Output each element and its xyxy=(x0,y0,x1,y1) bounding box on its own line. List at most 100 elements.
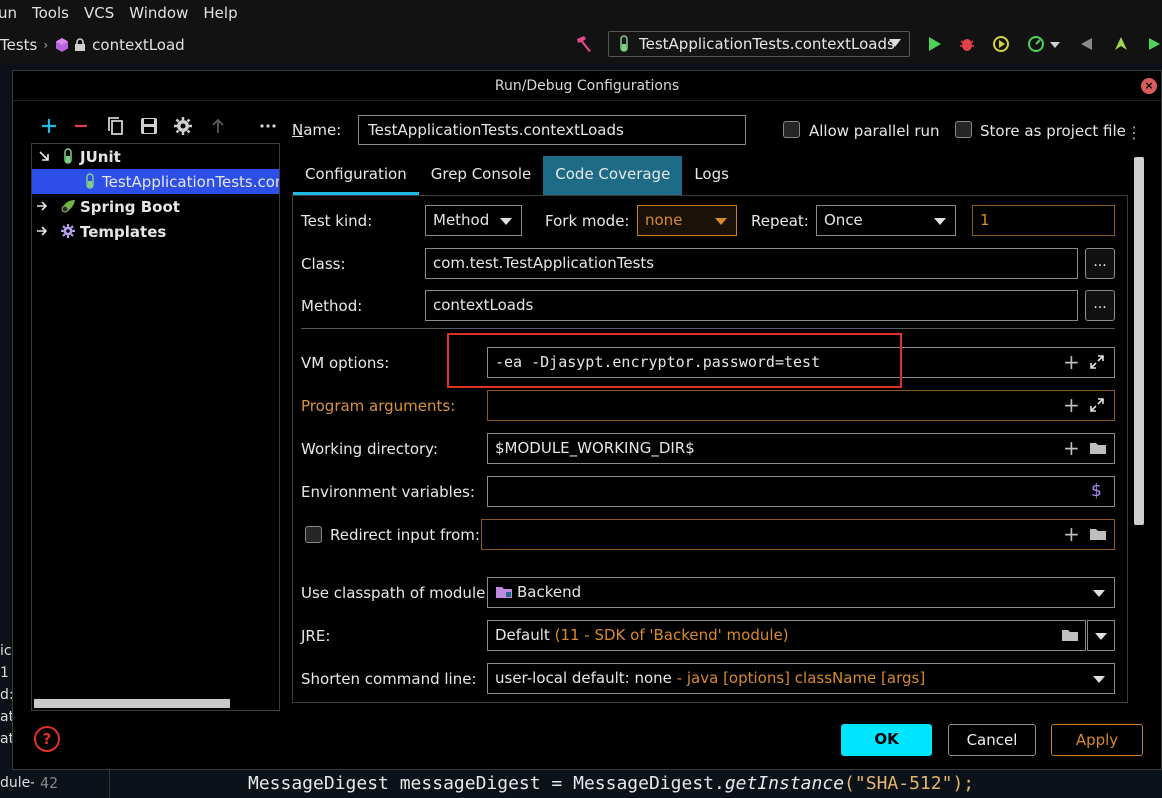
plus-icon[interactable]: + xyxy=(1063,395,1080,415)
folder-icon[interactable] xyxy=(1061,628,1079,642)
store-project-label[interactable]: Store as project file xyxy=(980,122,1126,140)
line-number: 42 xyxy=(34,768,110,798)
copy-icon[interactable] xyxy=(105,115,127,137)
class-browse-button[interactable]: ... xyxy=(1085,248,1115,279)
menu-window[interactable]: Window xyxy=(129,4,188,22)
method-browse-button[interactable]: ... xyxy=(1085,290,1115,321)
vm-options-label: VM options: xyxy=(301,354,390,372)
store-project-checkbox[interactable] xyxy=(955,121,972,138)
folder-icon[interactable] xyxy=(1089,441,1107,455)
class-label: Class: xyxy=(301,255,346,273)
tree-item-junit[interactable]: JUnit xyxy=(32,144,279,169)
tree-item-spring-boot[interactable]: Spring Boot xyxy=(32,194,279,219)
remove-icon[interactable] xyxy=(70,115,92,137)
vcs-icon[interactable] xyxy=(1146,34,1162,54)
chevron-down-icon xyxy=(715,218,727,225)
tree-label-templates: Templates xyxy=(80,222,167,241)
name-label: Name: xyxy=(292,121,342,139)
chevron-down-icon[interactable] xyxy=(1049,40,1061,50)
method-cube-icon xyxy=(56,38,69,52)
horizontal-scrollbar[interactable] xyxy=(34,699,230,708)
debug-bug-icon[interactable] xyxy=(957,34,977,54)
dollar-icon[interactable]: $ xyxy=(1091,481,1102,501)
folder-icon[interactable] xyxy=(1089,527,1107,541)
coverage-icon[interactable] xyxy=(991,34,1011,54)
chevron-right-icon: › xyxy=(43,38,49,52)
cancel-button[interactable]: Cancel xyxy=(948,724,1036,756)
test-tube-icon xyxy=(620,35,628,52)
breadcrumb-contextload[interactable]: contextLoad xyxy=(92,36,185,54)
vertical-scrollbar[interactable] xyxy=(1134,157,1144,525)
classpath-module-value: Backend xyxy=(517,583,582,601)
module-folder-icon xyxy=(496,587,512,598)
expanded-arrow-icon[interactable] xyxy=(38,150,50,162)
test-kind-select[interactable]: Method xyxy=(425,205,522,236)
repeat-value: Once xyxy=(824,211,863,229)
program-arguments-label: Program arguments: xyxy=(301,397,456,415)
deploy-icon[interactable] xyxy=(1111,34,1131,54)
lock-icon xyxy=(75,38,86,51)
fork-mode-value: none xyxy=(645,211,683,229)
class-input[interactable]: com.test.TestApplicationTests xyxy=(425,248,1078,279)
environment-variables-label: Environment variables: xyxy=(301,483,475,501)
expand-icon[interactable] xyxy=(1089,354,1105,370)
run-configuration-selector[interactable]: TestApplicationTests.contextLoads xyxy=(608,31,910,57)
tab-configuration[interactable]: Configuration xyxy=(293,156,419,196)
code-text[interactable]: MessageDigest messageDigest = MessageDig… xyxy=(248,773,974,794)
jre-dropdown-button[interactable] xyxy=(1087,620,1115,651)
menu-tools[interactable]: Tools xyxy=(32,4,69,22)
code-method: getInstance xyxy=(724,772,845,794)
apply-button[interactable]: Apply xyxy=(1051,724,1143,756)
tab-logs[interactable]: Logs xyxy=(682,156,741,196)
menu-run[interactable]: un xyxy=(0,4,17,22)
tree-item-selected-config[interactable]: TestApplicationTests.conte xyxy=(32,169,279,194)
tree-item-templates[interactable]: Templates xyxy=(32,219,279,244)
gear-icon[interactable] xyxy=(172,115,194,137)
save-icon[interactable] xyxy=(138,115,160,137)
plus-icon[interactable]: + xyxy=(1063,524,1080,544)
chevron-down-icon xyxy=(1095,633,1107,640)
help-icon[interactable]: ? xyxy=(34,726,60,752)
hammer-build-icon[interactable] xyxy=(574,35,594,53)
breadcrumb-tests[interactable]: Tests xyxy=(0,36,37,54)
menu-vcs[interactable]: VCS xyxy=(84,4,114,22)
close-icon[interactable]: × xyxy=(1141,78,1157,94)
environment-variables-input[interactable] xyxy=(487,476,1115,507)
module-tab-text: dule-p xyxy=(0,775,34,791)
tab-grep-console[interactable]: Grep Console xyxy=(419,156,544,196)
fork-mode-select[interactable]: none xyxy=(637,205,737,236)
repeat-count-input[interactable]: 1 xyxy=(972,205,1115,236)
expand-icon[interactable] xyxy=(1089,397,1105,413)
chevron-right-icon[interactable] xyxy=(36,225,48,237)
plus-icon[interactable]: + xyxy=(1063,438,1080,458)
run-icon[interactable] xyxy=(924,34,944,54)
options-menu-icon[interactable]: ⋮ xyxy=(1126,123,1142,142)
add-icon[interactable] xyxy=(38,115,60,137)
profiler-icon[interactable] xyxy=(1026,34,1046,54)
configurations-tree: JUnit TestApplicationTests.conte Spring … xyxy=(31,143,280,711)
code-close: ); xyxy=(952,772,975,794)
menu-help[interactable]: Help xyxy=(203,4,237,22)
shorten-command-line-value: user-local default: none xyxy=(495,669,672,687)
chevron-down-icon xyxy=(934,218,946,225)
classpath-module-select[interactable]: Backend xyxy=(487,577,1115,608)
allow-parallel-label[interactable]: Allow parallel run xyxy=(809,122,940,140)
more-options-icon[interactable] xyxy=(257,115,279,137)
working-directory-input[interactable]: $MODULE_WORKING_DIR$ xyxy=(487,433,1115,464)
chevron-right-icon[interactable] xyxy=(36,200,48,212)
redirect-input-checkbox[interactable] xyxy=(305,526,322,543)
name-input[interactable]: TestApplicationTests.contextLoads xyxy=(358,115,746,145)
program-arguments-input[interactable] xyxy=(487,390,1115,421)
tab-code-coverage[interactable]: Code Coverage xyxy=(543,156,683,196)
chevron-down-icon xyxy=(500,218,512,225)
plus-icon[interactable]: + xyxy=(1063,352,1080,372)
method-input[interactable]: contextLoads xyxy=(425,290,1078,321)
repeat-select[interactable]: Once xyxy=(816,205,956,236)
test-kind-value: Method xyxy=(433,211,490,229)
shorten-command-line-select[interactable]: user-local default: none - java [options… xyxy=(487,663,1115,694)
redirect-input-field[interactable] xyxy=(481,519,1115,550)
ok-button[interactable]: OK xyxy=(841,724,932,756)
breadcrumb: Tests › contextLoad xyxy=(0,36,185,54)
jre-input[interactable]: Default (11 - SDK of 'Backend' module) xyxy=(487,620,1086,651)
allow-parallel-checkbox[interactable] xyxy=(783,121,800,138)
